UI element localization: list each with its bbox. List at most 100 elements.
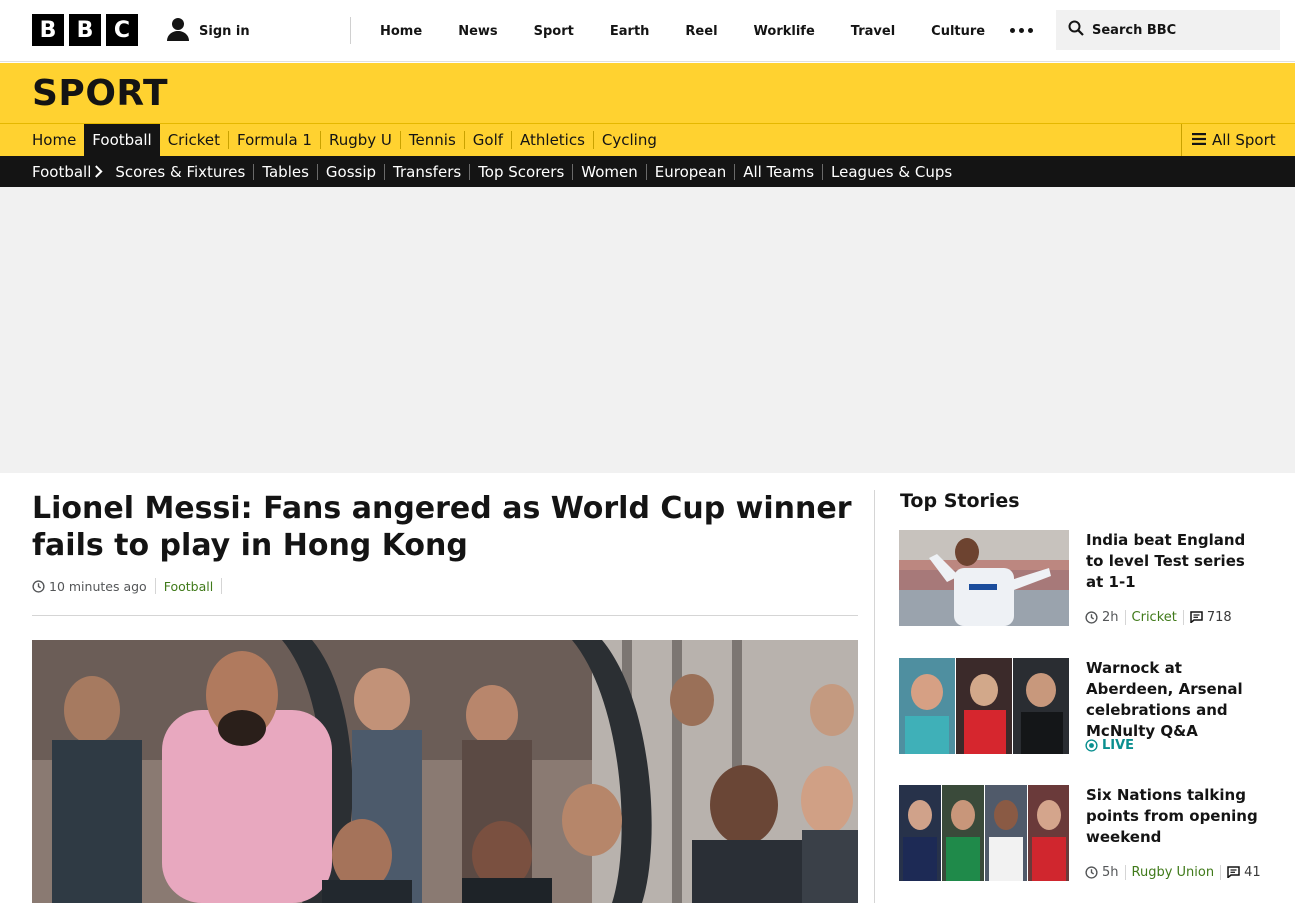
sport-nav-home[interactable]: Home — [24, 124, 84, 156]
hamburger-menu-icon — [1192, 131, 1206, 149]
sign-in-link[interactable]: Sign in — [165, 16, 250, 46]
sport-nav-rugby-union-label[interactable]: Rugby U — [321, 131, 400, 149]
sport-nav-athletics[interactable]: Athletics — [511, 124, 593, 156]
story-comment-count: 718 — [1206, 609, 1232, 625]
rugby-players-image — [899, 785, 1069, 881]
subnav-football-link[interactable]: Football — [24, 163, 107, 181]
story-timestamp: 2h — [1085, 610, 1125, 625]
top-story-item[interactable]: Six Nations talking points from opening … — [899, 785, 1274, 881]
football-managers-image — [899, 658, 1069, 754]
comment-icon — [1190, 611, 1203, 623]
nav-worklife[interactable]: Worklife — [736, 24, 833, 39]
sport-nav-cricket[interactable]: Cricket — [160, 124, 228, 156]
top-story-item[interactable]: Warnock at Aberdeen, Arsenal celebration… — [899, 658, 1274, 754]
sport-nav-cricket-label[interactable]: Cricket — [160, 131, 228, 149]
story-time-label: 5h — [1102, 864, 1119, 880]
clock-icon — [1085, 610, 1098, 624]
sport-title[interactable]: SPORT — [32, 73, 168, 114]
subnav-european-label[interactable]: European — [647, 163, 734, 181]
search-input[interactable]: Search BBC — [1056, 10, 1280, 50]
nav-reel[interactable]: Reel — [667, 24, 735, 39]
subnav-gossip-label[interactable]: Gossip — [318, 163, 384, 181]
story-comments[interactable]: 41 — [1221, 865, 1261, 880]
sport-nav-formula1-label[interactable]: Formula 1 — [229, 131, 320, 149]
subnav-women[interactable]: Women — [572, 156, 645, 187]
article-headline[interactable]: Lionel Messi: Fans angered as World Cup … — [32, 490, 852, 564]
advert-placeholder — [0, 187, 1295, 473]
football-subnavigation: Football Scores & Fixtures Tables Gossip… — [0, 156, 1295, 187]
story-thumbnail[interactable] — [899, 530, 1069, 626]
sport-nav-golf-label[interactable]: Golf — [465, 131, 511, 149]
nav-home[interactable]: Home — [362, 24, 440, 39]
crowd-photo-image — [32, 640, 858, 903]
search-icon — [1068, 20, 1084, 40]
sport-nav-tennis-label[interactable]: Tennis — [401, 131, 464, 149]
top-story-item[interactable]: India beat England to level Test series … — [899, 530, 1274, 626]
sport-nav-cycling-label[interactable]: Cycling — [594, 131, 665, 149]
subnav-gossip[interactable]: Gossip — [317, 156, 384, 187]
subnav-section-label: Football — [32, 162, 92, 181]
subnav-top-scorers[interactable]: Top Scorers — [469, 156, 572, 187]
sign-in-label: Sign in — [199, 23, 250, 39]
nav-earth[interactable]: Earth — [592, 24, 668, 39]
sport-nav-athletics-label[interactable]: Athletics — [512, 131, 593, 149]
subnav-scores-fixtures[interactable]: Scores & Fixtures — [107, 156, 253, 187]
subnav-leagues-cups-label[interactable]: Leagues & Cups — [823, 163, 960, 181]
story-topic-link[interactable]: Cricket — [1126, 610, 1183, 625]
story-timestamp: 5h — [1085, 865, 1125, 880]
story-headline[interactable]: Warnock at Aberdeen, Arsenal celebration… — [1086, 658, 1266, 742]
clock-icon — [32, 579, 45, 593]
nav-sport[interactable]: Sport — [516, 24, 592, 39]
story-meta: 2h Cricket 718 — [1085, 608, 1232, 626]
sport-banner: SPORT — [0, 63, 1295, 124]
subnav-tables-label[interactable]: Tables — [254, 163, 317, 181]
article-meta: 10 minutes ago Football — [32, 577, 223, 595]
live-badge: LIVE — [1085, 738, 1134, 753]
subnav-transfers[interactable]: Transfers — [384, 156, 469, 187]
subnav-scores-fixtures-label[interactable]: Scores & Fixtures — [107, 163, 253, 181]
subnav-transfers-label[interactable]: Transfers — [385, 163, 469, 181]
nav-travel[interactable]: Travel — [833, 24, 913, 39]
subnav-leagues-cups[interactable]: Leagues & Cups — [822, 156, 960, 187]
story-comments[interactable]: 718 — [1184, 610, 1232, 625]
more-menu-icon[interactable] — [1010, 28, 1033, 33]
subnav-all-teams[interactable]: All Teams — [734, 156, 822, 187]
story-meta: 5h Rugby Union 41 — [1085, 863, 1261, 881]
story-thumbnail[interactable] — [899, 658, 1069, 754]
subnav-european[interactable]: European — [646, 156, 734, 187]
subnav-football-section[interactable]: Football — [24, 156, 107, 187]
article-divider — [32, 615, 858, 616]
sport-nav-football-label[interactable]: Football — [84, 124, 160, 156]
sport-nav-rugby-union[interactable]: Rugby U — [320, 124, 400, 156]
article-timestamp: 10 minutes ago — [32, 579, 155, 594]
subnav-tables[interactable]: Tables — [253, 156, 317, 187]
subnav-top-scorers-label[interactable]: Top Scorers — [470, 163, 572, 181]
all-sport-button[interactable]: All Sport — [1181, 124, 1295, 156]
sport-nav-cycling[interactable]: Cycling — [593, 124, 665, 156]
sport-nav-formula1[interactable]: Formula 1 — [228, 124, 320, 156]
sport-nav-football[interactable]: Football — [84, 124, 160, 156]
story-thumbnail[interactable] — [899, 785, 1069, 881]
story-topic-link[interactable]: Rugby Union — [1126, 865, 1221, 880]
bbc-logo-letter-b2: B — [69, 14, 101, 46]
user-icon — [165, 16, 191, 46]
sport-nav-golf[interactable]: Golf — [464, 124, 511, 156]
top-stories-heading: Top Stories — [900, 490, 1020, 512]
story-headline[interactable]: Six Nations talking points from opening … — [1086, 785, 1266, 848]
main-navigation: Home News Sport Earth Reel Worklife Trav… — [362, 0, 1003, 62]
subnav-women-label[interactable]: Women — [573, 163, 645, 181]
sport-navigation: Home Football Cricket Formula 1 Rugby U … — [0, 124, 1295, 156]
article-topic-link[interactable]: Football — [156, 579, 221, 594]
live-label: LIVE — [1102, 737, 1135, 753]
bbc-logo[interactable]: B B C — [32, 14, 138, 46]
nav-culture[interactable]: Culture — [913, 24, 1003, 39]
sport-nav-tennis[interactable]: Tennis — [400, 124, 464, 156]
nav-news[interactable]: News — [440, 24, 515, 39]
subnav-all-teams-label[interactable]: All Teams — [735, 163, 822, 181]
story-headline[interactable]: India beat England to level Test series … — [1086, 530, 1266, 593]
bbc-logo-letter-c: C — [106, 14, 138, 46]
masthead-divider — [350, 17, 351, 44]
all-sport-label: All Sport — [1212, 131, 1276, 149]
story-meta: LIVE — [1085, 736, 1134, 754]
sport-nav-home-label[interactable]: Home — [24, 131, 84, 149]
